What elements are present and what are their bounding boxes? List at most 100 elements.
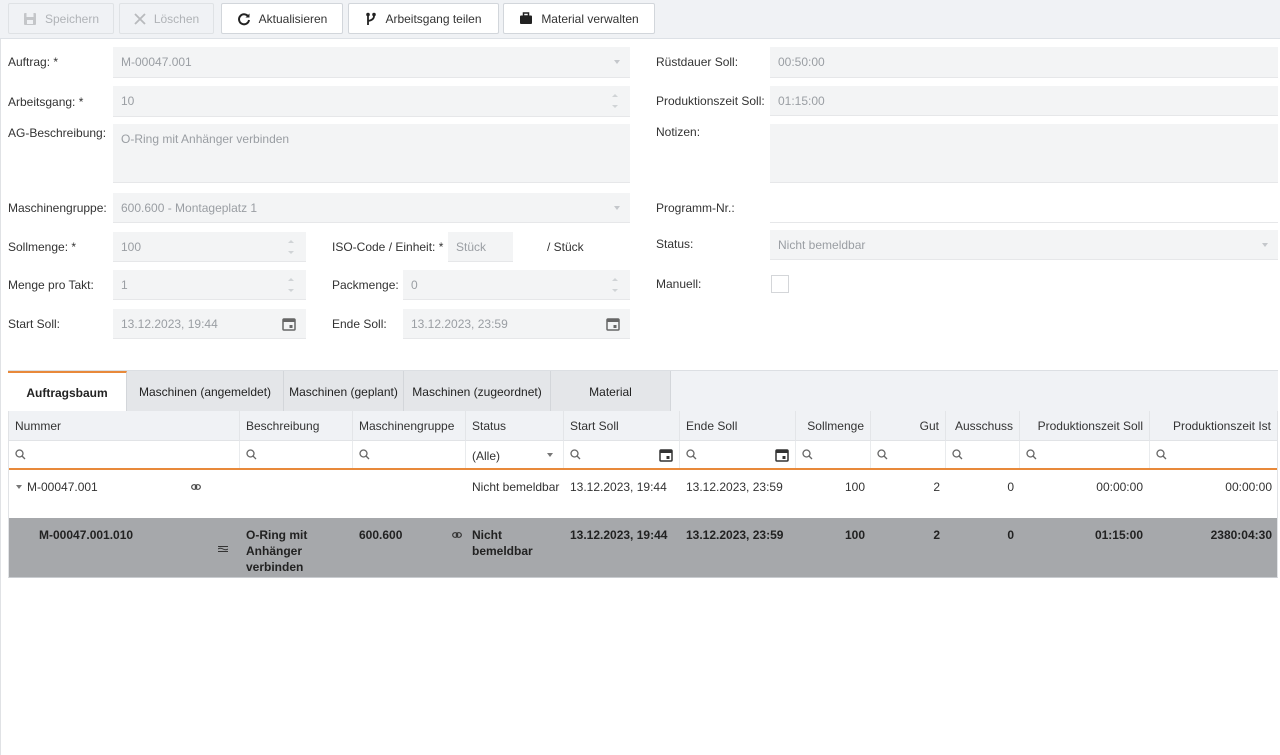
column-header-sollmenge[interactable]: Sollmenge	[796, 411, 871, 441]
cell-produktionszeit-ist: 2380:04:30	[1210, 528, 1272, 542]
notizen-textarea[interactable]	[770, 124, 1278, 183]
link-icon[interactable]	[191, 484, 201, 490]
tab-material[interactable]: Material	[551, 371, 671, 412]
cell-ende-soll: 13.12.2023, 23:59	[686, 480, 783, 494]
chevron-down-icon	[1262, 242, 1268, 247]
filter-produktionszeit-soll[interactable]	[1020, 441, 1150, 468]
calendar-icon[interactable]	[606, 317, 620, 331]
ag-beschreibung-textarea[interactable]: O-Ring mit Anhänger verbinden	[113, 124, 630, 183]
calendar-icon[interactable]	[659, 448, 673, 462]
ruestdauer-input[interactable]: 00:50:00	[770, 47, 1278, 78]
manage-material-button[interactable]: Material verwalten	[503, 3, 655, 34]
menge-pro-takt-value: 1	[121, 277, 128, 292]
tab-auftragsbaum[interactable]: Auftragsbaum	[8, 371, 127, 412]
column-header-label: Produktionszeit Soll	[1037, 419, 1143, 433]
column-header-label: Maschinengruppe	[359, 419, 455, 433]
filter-status-select[interactable]: (Alle)	[466, 441, 564, 468]
ende-soll-label: Ende Soll:	[332, 317, 387, 331]
iso-code-input[interactable]: Stück	[448, 232, 513, 262]
filter-start-soll[interactable]	[564, 441, 680, 468]
column-header-nummer[interactable]: Nummer	[9, 411, 240, 441]
filter-ausschuss[interactable]	[946, 441, 1020, 468]
save-icon	[23, 12, 36, 25]
column-header-label: Gut	[919, 419, 939, 433]
maschinengruppe-label: Maschinengruppe:	[8, 201, 107, 215]
filter-sollmenge[interactable]	[796, 441, 871, 468]
column-header-produktionszeit-ist[interactable]: Produktionszeit Ist	[1150, 411, 1277, 441]
column-header-ausschuss[interactable]: Ausschuss	[946, 411, 1020, 441]
produktionszeit-value: 01:15:00	[778, 93, 825, 108]
table-row[interactable]: M-00047.001 Nicht bemeldbar 13.12.2023, …	[9, 470, 1277, 518]
column-header-maschinengruppe[interactable]: Maschinengruppe	[353, 411, 466, 441]
search-icon	[1156, 449, 1167, 460]
status-select[interactable]: Nicht bemeldbar	[770, 230, 1278, 260]
filter-ende-soll[interactable]	[680, 441, 796, 468]
cell-ende-soll: 13.12.2023, 23:59	[686, 528, 784, 542]
split-operation-button[interactable]: Arbeitsgang teilen	[348, 3, 499, 34]
spinner-icon[interactable]	[612, 92, 620, 110]
spinner-icon[interactable]	[288, 238, 296, 256]
column-header-gut[interactable]: Gut	[871, 411, 946, 441]
search-icon	[877, 449, 888, 460]
maschinengruppe-value: 600.600 - Montageplatz 1	[121, 200, 258, 215]
briefcase-icon	[520, 12, 533, 24]
packmenge-label: Packmenge:	[332, 278, 399, 292]
column-header-beschreibung[interactable]: Beschreibung	[240, 411, 353, 441]
ende-soll-datepicker[interactable]: 13.12.2023, 23:59	[403, 309, 630, 339]
search-icon	[15, 449, 26, 460]
column-header-label: Nummer	[15, 419, 62, 433]
auftrag-value: M-00047.001	[121, 55, 192, 69]
filter-gut[interactable]	[871, 441, 946, 468]
column-header-status[interactable]: Status	[466, 411, 564, 441]
manuell-checkbox[interactable]	[771, 275, 789, 293]
delete-button[interactable]: Löschen	[119, 3, 214, 34]
spinner-icon[interactable]	[288, 276, 296, 294]
column-header-label: Ausschuss	[954, 419, 1013, 433]
packmenge-stepper[interactable]: 0	[403, 270, 630, 300]
expand-arrow-icon[interactable]	[16, 485, 22, 489]
calendar-icon[interactable]	[282, 317, 296, 331]
split-operation-label: Arbeitsgang teilen	[385, 11, 482, 26]
save-button[interactable]: Speichern	[8, 3, 114, 34]
tab-maschinen-zugeordnet[interactable]: Maschinen (zugeordnet)	[404, 371, 551, 412]
search-icon	[686, 449, 697, 460]
link-icon[interactable]	[452, 532, 462, 538]
cell-status: Nicht bemeldbar	[472, 480, 560, 494]
packmenge-value: 0	[411, 277, 418, 292]
column-header-start-soll[interactable]: Start Soll	[564, 411, 680, 441]
manuell-label: Manuell:	[656, 277, 702, 291]
refresh-button[interactable]: Aktualisieren	[221, 3, 343, 34]
notizen-label: Notizen:	[656, 125, 701, 139]
auftragsbaum-grid: Nummer Beschreibung Maschinengruppe Stat…	[8, 411, 1278, 578]
ende-soll-value: 13.12.2023, 23:59	[411, 316, 508, 331]
column-header-ende-soll[interactable]: Ende Soll	[680, 411, 796, 441]
produktionszeit-input[interactable]: 01:15:00	[770, 86, 1278, 116]
tab-label: Maschinen (angemeldet)	[138, 384, 272, 399]
arbeitsgang-stepper[interactable]: 10	[113, 86, 630, 117]
calendar-icon[interactable]	[775, 448, 789, 462]
column-header-produktionszeit-soll[interactable]: Produktionszeit Soll	[1020, 411, 1150, 441]
table-row-selected[interactable]: M-00047.001.010 O-Ring mit Anhänger verb…	[9, 518, 1277, 577]
column-header-label: Produktionszeit Ist	[1172, 419, 1271, 433]
maschinengruppe-select[interactable]: 600.600 - Montageplatz 1	[113, 193, 630, 223]
tab-maschinen-geplant[interactable]: Maschinen (geplant)	[284, 371, 404, 412]
refresh-icon	[237, 12, 250, 25]
tab-label: Material	[589, 384, 632, 399]
tab-maschinen-angemeldet[interactable]: Maschinen (angemeldet)	[127, 371, 284, 412]
iso-unit-text: / Stück	[547, 240, 584, 254]
sollmenge-stepper[interactable]: 100	[113, 232, 306, 262]
filter-nummer[interactable]	[9, 441, 240, 468]
start-soll-value: 13.12.2023, 19:44	[121, 316, 218, 331]
status-label: Status:	[656, 237, 694, 251]
filter-produktionszeit-ist[interactable]	[1150, 441, 1277, 468]
programm-nr-input[interactable]	[770, 193, 1278, 223]
spinner-icon[interactable]	[612, 276, 620, 294]
start-soll-datepicker[interactable]: 13.12.2023, 19:44	[113, 309, 306, 339]
cell-gut: 2	[933, 528, 940, 542]
filter-beschreibung[interactable]	[240, 441, 353, 468]
chevron-down-icon	[547, 453, 553, 457]
menge-pro-takt-stepper[interactable]: 1	[113, 270, 306, 300]
produktionszeit-label: Produktionszeit Soll:	[656, 94, 765, 108]
auftrag-select[interactable]: M-00047.001	[113, 47, 630, 78]
filter-maschinengruppe[interactable]	[353, 441, 466, 468]
